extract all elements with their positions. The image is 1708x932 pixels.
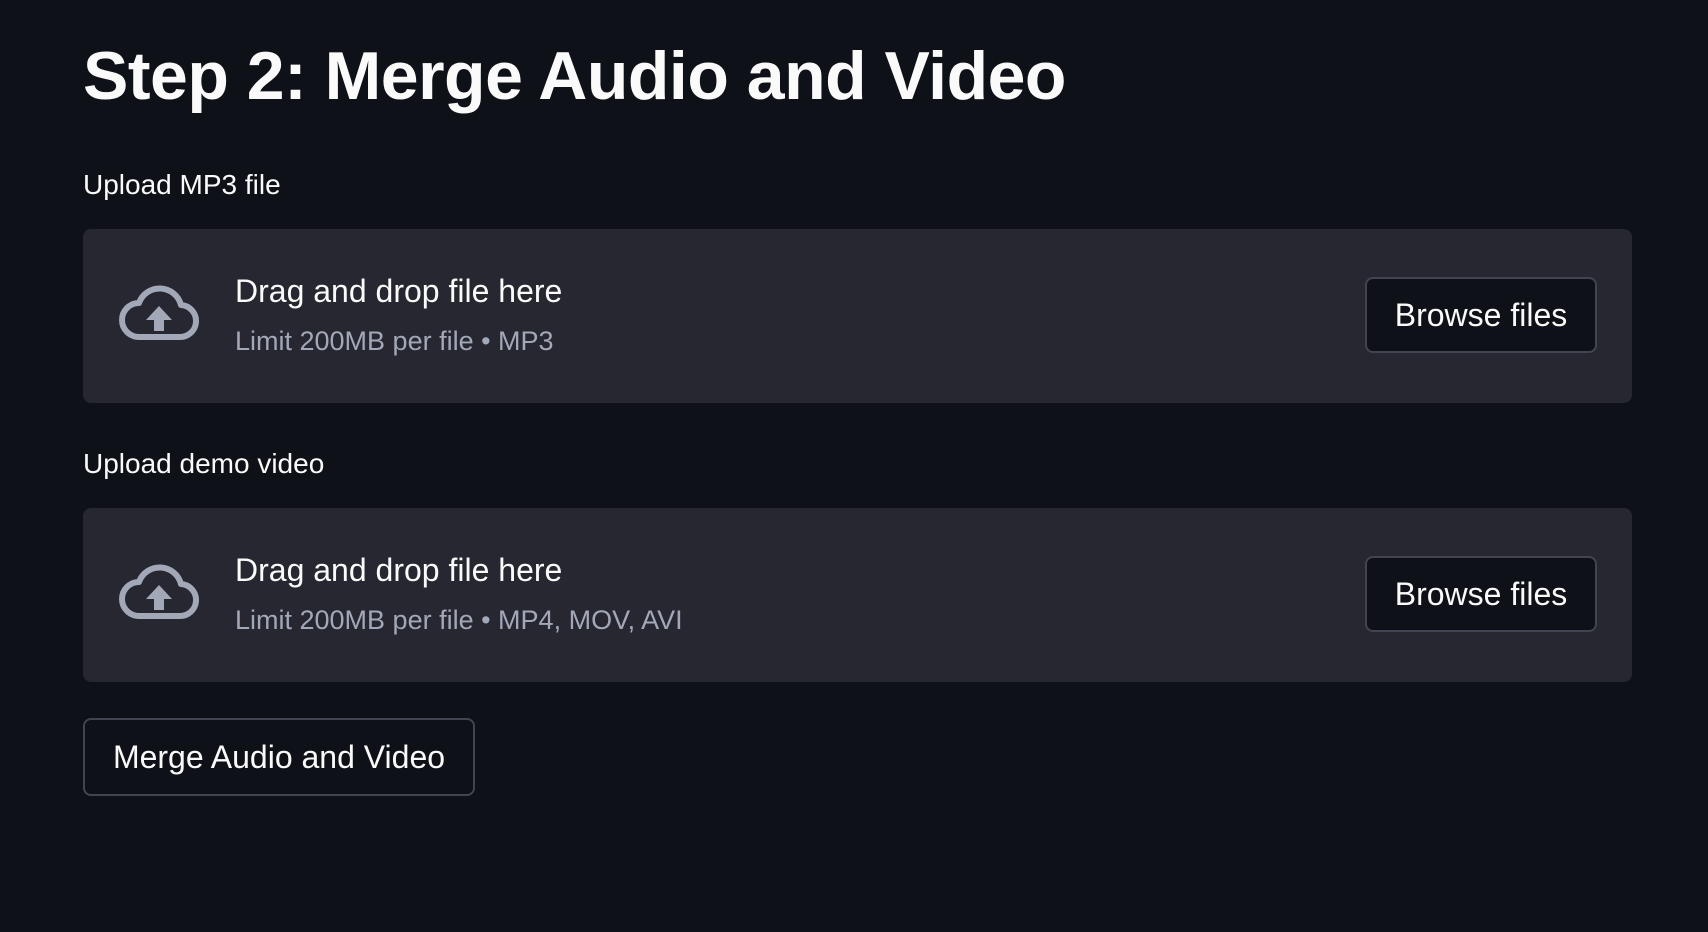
dropzone-title: Drag and drop file here [235,273,563,309]
dropzone-title: Drag and drop file here [235,552,563,588]
mp3-upload-label: Upload MP3 file [83,169,281,200]
dropzone-limit-text: Limit 200MB per file • MP4, MOV, AVI [235,605,683,635]
mp3-dropzone-text: Drag and drop file here Limit 200MB per … [235,271,562,357]
mp3-dropzone[interactable]: Drag and drop file here Limit 200MB per … [83,229,1632,403]
video-dropzone[interactable]: Drag and drop file here Limit 200MB per … [83,508,1632,682]
page-title: Step 2: Merge Audio and Video [83,38,1066,114]
browse-files-button-video[interactable]: Browse files [1365,556,1597,632]
video-upload-label: Upload demo video [83,448,325,479]
browse-files-button-mp3[interactable]: Browse files [1365,277,1597,353]
video-dropzone-text: Drag and drop file here Limit 200MB per … [235,550,683,636]
dropzone-limit-text: Limit 200MB per file • MP3 [235,326,554,356]
cloud-upload-icon [119,285,199,341]
cloud-upload-icon [119,564,199,620]
merge-audio-video-button[interactable]: Merge Audio and Video [83,718,475,796]
